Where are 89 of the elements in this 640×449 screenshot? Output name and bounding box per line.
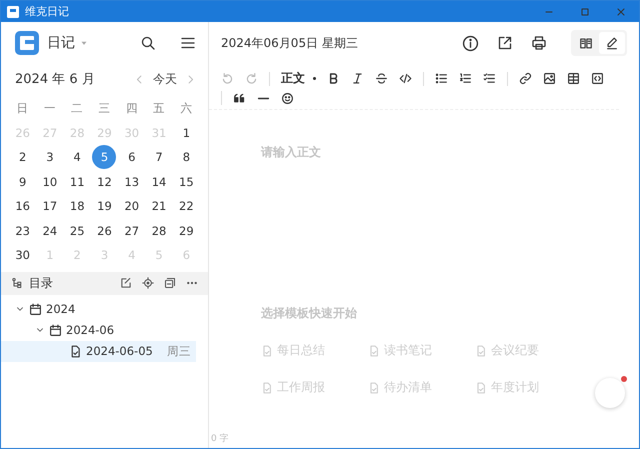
- calendar-day[interactable]: 10: [36, 170, 64, 194]
- weekday-header: 三: [97, 100, 112, 117]
- calendar-day[interactable]: 8: [172, 145, 200, 170]
- quote-icon[interactable]: [233, 92, 246, 104]
- calendar-day[interactable]: 13: [118, 170, 146, 194]
- calendar-day[interactable]: 29: [172, 218, 200, 243]
- export-icon[interactable]: [497, 35, 513, 51]
- document-icon: [261, 344, 273, 356]
- menu-icon[interactable]: [180, 35, 196, 51]
- month-title: 2024 年 6 月: [15, 71, 96, 88]
- code-icon[interactable]: [399, 72, 412, 85]
- calendar-day[interactable]: 7: [145, 145, 173, 170]
- weekday-label: 周三: [166, 344, 191, 358]
- tree-label: 2024-06: [66, 323, 114, 337]
- weekday-header: 一: [42, 100, 57, 117]
- bullet-list-icon[interactable]: [435, 72, 448, 85]
- print-icon[interactable]: [531, 35, 547, 51]
- code-block-icon[interactable]: [591, 72, 604, 85]
- locate-icon[interactable]: [142, 277, 154, 289]
- image-icon[interactable]: [543, 72, 556, 85]
- link-icon[interactable]: [519, 72, 532, 85]
- close-icon[interactable]: [615, 6, 627, 18]
- tree-item[interactable]: 2024-06: [1, 320, 196, 340]
- calendar-day[interactable]: 24: [36, 218, 64, 243]
- maximize-icon[interactable]: [579, 6, 591, 18]
- calendar-day[interactable]: 14: [145, 170, 173, 194]
- calendar-icon: [29, 302, 42, 316]
- weekday-header: 四: [124, 100, 139, 117]
- calendar-day[interactable]: 26: [90, 218, 118, 243]
- entry-date-title: 2024年06月05日 星期三: [221, 34, 359, 52]
- calendar-day[interactable]: 23: [9, 218, 36, 243]
- search-icon[interactable]: [140, 35, 156, 51]
- document-icon: [69, 344, 82, 358]
- calendar-icon: [49, 324, 62, 336]
- calendar-day[interactable]: 4: [64, 145, 91, 170]
- calendar-day[interactable]: 30: [9, 243, 36, 268]
- calendar-day[interactable]: 12: [90, 170, 118, 194]
- document-icon: [475, 344, 487, 356]
- calendar-day[interactable]: 20: [118, 194, 146, 218]
- numbered-list-icon[interactable]: [459, 72, 472, 85]
- document-icon: [368, 344, 380, 356]
- app-logo: [15, 31, 39, 55]
- calendar-day[interactable]: 9: [9, 170, 36, 194]
- calendar-day[interactable]: 27: [118, 218, 146, 243]
- bold-icon[interactable]: [327, 72, 340, 85]
- calendar-day[interactable]: 28: [145, 218, 173, 243]
- weekday-header: 六: [179, 100, 194, 117]
- calendar-day[interactable]: 21: [145, 194, 173, 218]
- calendar-day[interactable]: 3: [36, 145, 64, 170]
- calendar-day[interactable]: 16: [9, 194, 36, 218]
- task-list-icon[interactable]: [483, 72, 496, 85]
- calendar-day[interactable]: 25: [64, 218, 91, 243]
- today-button[interactable]: 今天: [153, 70, 177, 88]
- emoji-icon[interactable]: [281, 92, 294, 104]
- tree-item[interactable]: 2024: [1, 298, 196, 320]
- document-icon: [475, 382, 487, 394]
- calendar-day[interactable]: 1: [172, 120, 200, 145]
- info-icon[interactable]: [462, 34, 479, 52]
- calendar-day[interactable]: 19: [90, 194, 118, 218]
- calendar-day[interactable]: 22: [172, 194, 200, 218]
- pencil-icon[interactable]: [605, 36, 619, 50]
- tree-label: 2024-06-05: [86, 344, 153, 358]
- table-icon[interactable]: [567, 72, 580, 85]
- templates-title: 选择模板快速开始: [261, 305, 358, 322]
- weekday-header: 五: [152, 100, 166, 117]
- app-logo: [7, 6, 19, 18]
- window-title: 维克日记: [25, 4, 70, 19]
- word-count: 0 字: [211, 432, 229, 445]
- document-icon: [261, 382, 273, 394]
- notebook-name[interactable]: 日记: [47, 34, 75, 52]
- calendar-day[interactable]: 11: [64, 170, 91, 194]
- tree-item[interactable]: 2024-06-05 周三: [1, 340, 196, 362]
- catalog-title: 目录: [29, 274, 54, 292]
- calendar-day[interactable]: 18: [64, 194, 91, 218]
- italic-icon[interactable]: [351, 72, 364, 85]
- catalog-icon: [11, 277, 23, 289]
- calendar-day[interactable]: 2: [9, 145, 36, 170]
- calendar-day[interactable]: 6: [118, 145, 146, 170]
- collapse-icon[interactable]: [164, 277, 176, 289]
- weekday-header: 二: [70, 100, 84, 117]
- heading-style-dropdown[interactable]: 正文: [281, 70, 316, 87]
- calendar-day[interactable]: 15: [172, 170, 200, 194]
- document-icon: [368, 382, 380, 394]
- strikethrough-icon[interactable]: [375, 72, 388, 85]
- calendar-day[interactable]: 17: [36, 194, 64, 218]
- weekday-header: 日: [16, 100, 30, 117]
- book-icon[interactable]: [579, 36, 593, 50]
- edit-icon[interactable]: [120, 277, 132, 289]
- tree-label: 2024: [46, 302, 76, 316]
